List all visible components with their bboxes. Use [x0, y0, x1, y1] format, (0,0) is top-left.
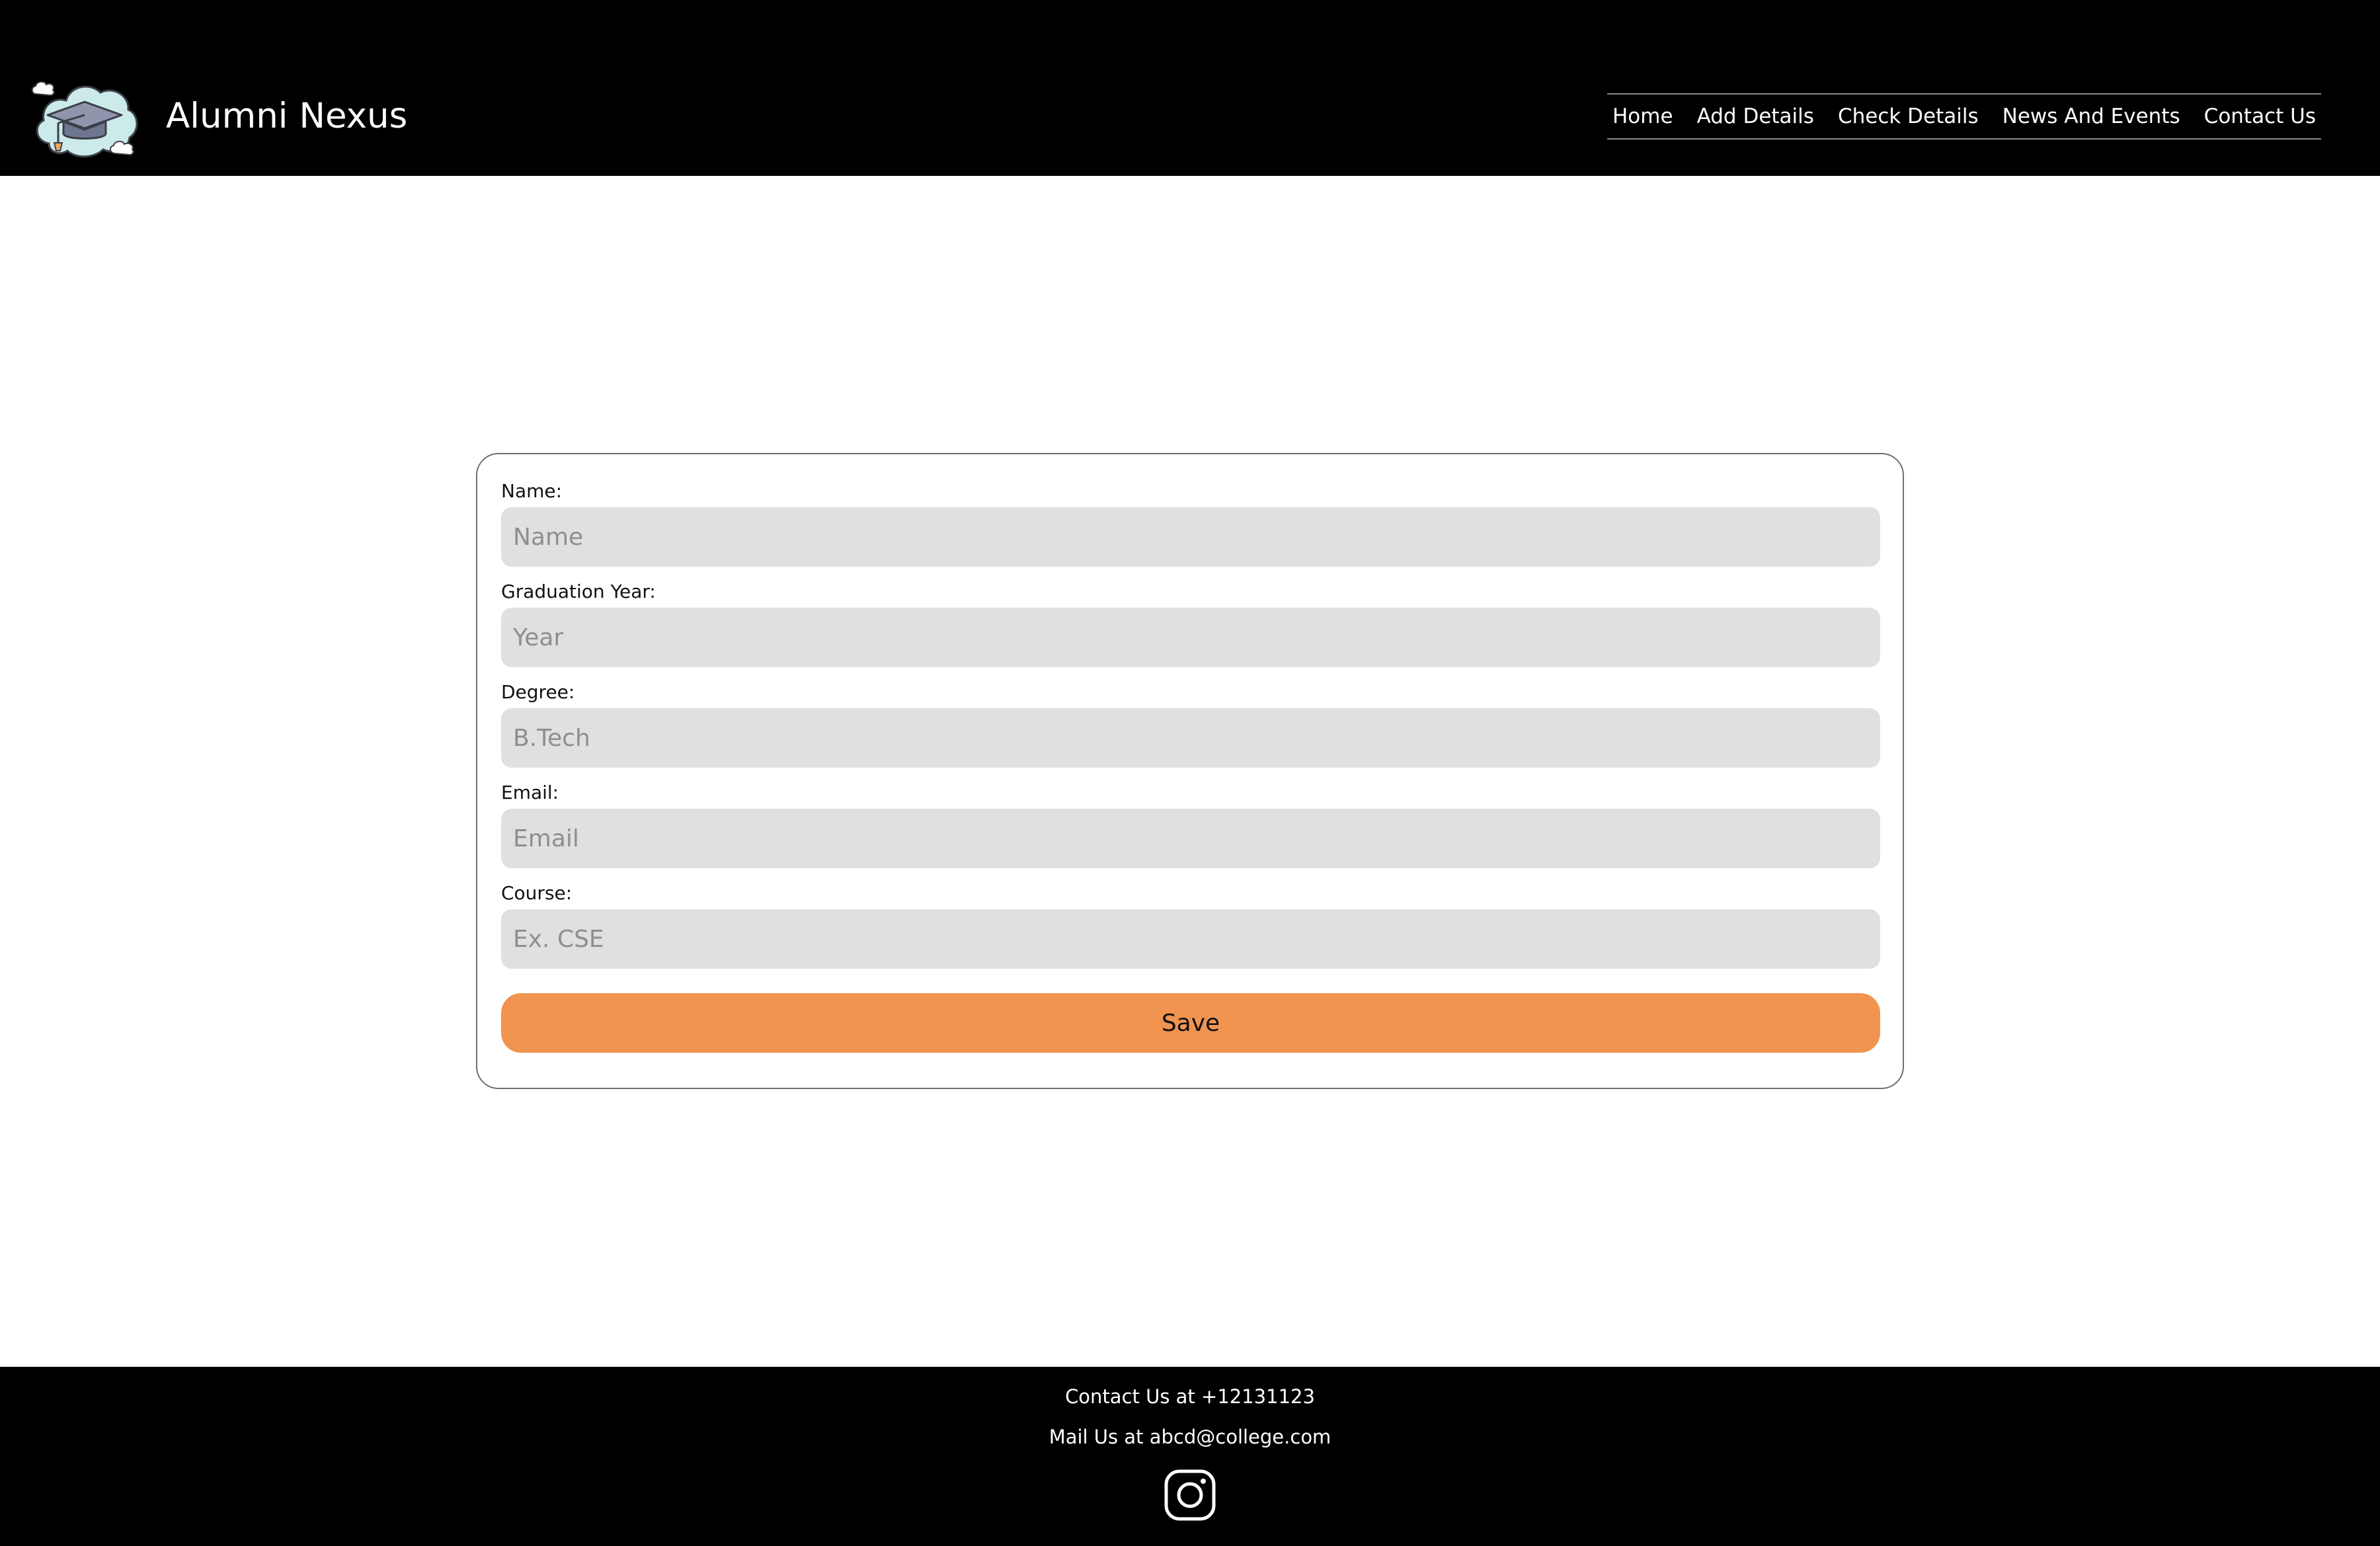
nav-contact-us[interactable]: Contact Us: [2204, 104, 2316, 128]
add-details-form: Name: Graduation Year: Degree: Email: Co…: [476, 453, 1904, 1089]
degree-input[interactable]: [501, 708, 1880, 768]
course-label: Course:: [501, 882, 573, 904]
save-button[interactable]: Save: [501, 993, 1880, 1053]
nav-home[interactable]: Home: [1612, 104, 1673, 128]
footer-mail-text: Mail Us at abcd@college.com: [1049, 1426, 1331, 1448]
name-input[interactable]: [501, 507, 1880, 567]
footer-contact-text: Contact Us at +12131123: [1065, 1385, 1315, 1408]
site-header: Alumni Nexus Home Add Details Check Deta…: [0, 0, 2380, 176]
graduation-year-input[interactable]: [501, 608, 1880, 667]
instagram-icon[interactable]: [1164, 1469, 1216, 1522]
site-title: Alumni Nexus: [166, 96, 408, 136]
name-label: Name:: [501, 480, 563, 502]
course-input[interactable]: [501, 909, 1880, 969]
main-nav: Home Add Details Check Details News And …: [1607, 93, 2321, 140]
nav-news-and-events[interactable]: News And Events: [2003, 104, 2180, 128]
nav-add-details[interactable]: Add Details: [1697, 104, 1814, 128]
graduation-cap-cloud-icon[interactable]: [29, 67, 140, 161]
graduation-year-label: Graduation Year:: [501, 581, 656, 602]
email-input[interactable]: [501, 809, 1880, 868]
site-footer: Contact Us at +12131123 Mail Us at abcd@…: [0, 1367, 2380, 1546]
degree-label: Degree:: [501, 681, 575, 703]
nav-check-details[interactable]: Check Details: [1838, 104, 1979, 128]
email-label: Email:: [501, 782, 559, 803]
